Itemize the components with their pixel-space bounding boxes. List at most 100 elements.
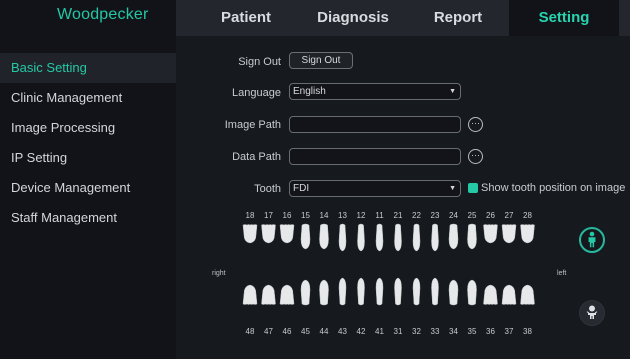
tab-report[interactable]: Report	[423, 0, 493, 36]
adult-icon	[588, 231, 596, 248]
tooth-number-18: 18	[245, 211, 255, 220]
tooth-notation-select[interactable]: FDI ▼	[289, 180, 461, 197]
tooth-number-22: 22	[412, 211, 421, 220]
tooth-28[interactable]	[520, 224, 535, 244]
tooth-number-47: 47	[264, 327, 273, 336]
basic-setting-panel: Sign Out Sign Out Language English ▼ Ima…	[176, 36, 630, 359]
tooth-number-16: 16	[282, 211, 292, 220]
tooth-26[interactable]	[483, 224, 498, 244]
adult-teeth-button[interactable]	[579, 227, 605, 253]
main-tabs: Patient Diagnosis Report Setting	[176, 0, 630, 36]
tooth-number-17: 17	[264, 211, 273, 220]
image-path-label: Image Path	[224, 119, 281, 131]
tooth-18[interactable]	[242, 224, 258, 244]
data-path-browse-button[interactable]: ···	[468, 149, 483, 164]
tooth-44[interactable]	[319, 279, 329, 306]
tooth-43[interactable]	[338, 277, 347, 306]
sidebar-item-clinic-management[interactable]: Clinic Management	[0, 83, 176, 113]
tooth-22[interactable]	[412, 223, 421, 252]
sidebar-item-ip-setting[interactable]: IP Setting	[0, 143, 176, 173]
tooth-27[interactable]	[501, 224, 517, 244]
sign-out-label: Sign Out	[238, 56, 281, 68]
tooth-number-25: 25	[467, 211, 477, 220]
tooth-number-31: 31	[393, 327, 403, 336]
tab-setting[interactable]: Setting	[509, 0, 619, 36]
tooth-number-14: 14	[319, 211, 329, 220]
image-path-input[interactable]	[289, 116, 461, 133]
child-icon	[586, 305, 598, 319]
tooth-12[interactable]	[357, 223, 365, 252]
tooth-number-12: 12	[356, 211, 366, 220]
tooth-24[interactable]	[448, 223, 459, 250]
sign-out-button[interactable]: Sign Out	[289, 52, 353, 69]
tab-patient[interactable]: Patient	[209, 0, 283, 36]
tooth-17[interactable]	[261, 224, 276, 244]
tooth-13[interactable]	[338, 223, 347, 252]
settings-sidebar: Basic Setting Clinic Management Image Pr…	[0, 36, 176, 359]
tooth-number-36: 36	[486, 327, 495, 336]
tooth-number-24: 24	[449, 211, 458, 220]
top-navigation-bar: Woodpecker Patient Diagnosis Report Sett…	[0, 0, 630, 36]
ellipsis-icon: ···	[471, 150, 480, 160]
tooth-number-42: 42	[356, 327, 366, 336]
tooth-35[interactable]	[467, 279, 477, 306]
tooth-41[interactable]	[375, 277, 384, 306]
brand-name: Woodpecker	[57, 6, 149, 23]
tooth-14[interactable]	[319, 223, 329, 250]
sidebar-item-device-management[interactable]: Device Management	[0, 173, 176, 203]
tooth-number-48: 48	[245, 327, 255, 336]
tooth-number-46: 46	[282, 327, 292, 336]
show-tooth-position-label: Show tooth position on image	[481, 182, 626, 194]
sidebar-item-staff-management[interactable]: Staff Management	[0, 203, 176, 233]
sidebar-item-basic-setting[interactable]: Basic Setting	[0, 53, 176, 83]
language-select[interactable]: English ▼	[289, 83, 461, 100]
image-path-browse-button[interactable]: ···	[468, 117, 483, 132]
child-teeth-button[interactable]	[579, 300, 605, 326]
tooth-32[interactable]	[412, 277, 421, 306]
tooth-47[interactable]	[261, 284, 276, 305]
tooth-notation-label: Tooth	[254, 183, 281, 195]
tooth-11[interactable]	[375, 223, 384, 252]
tooth-38[interactable]	[520, 284, 535, 305]
right-side-label: right	[212, 270, 226, 277]
tooth-number-13: 13	[338, 211, 347, 220]
tooth-number-44: 44	[319, 327, 329, 336]
tooth-16[interactable]	[279, 224, 295, 244]
show-tooth-position-checkbox[interactable]	[468, 183, 478, 193]
brand-area: Woodpecker	[0, 0, 176, 36]
data-path-input[interactable]	[289, 148, 461, 165]
tooth-21[interactable]	[394, 223, 402, 252]
tooth-number-38: 38	[523, 327, 532, 336]
tooth-number-23: 23	[430, 211, 440, 220]
tooth-34[interactable]	[448, 279, 459, 306]
ellipsis-icon: ···	[471, 118, 480, 128]
sidebar-item-image-processing[interactable]: Image Processing	[0, 113, 176, 143]
language-label: Language	[232, 87, 281, 99]
tooth-45[interactable]	[300, 279, 311, 306]
tooth-36[interactable]	[483, 284, 498, 305]
tooth-number-28: 28	[523, 211, 532, 220]
tooth-number-37: 37	[504, 327, 514, 336]
tooth-number-33: 33	[430, 327, 440, 336]
tooth-48[interactable]	[242, 284, 258, 305]
tooth-15[interactable]	[300, 223, 311, 250]
tooth-number-26: 26	[486, 211, 495, 220]
tooth-number-34: 34	[449, 327, 458, 336]
language-select-value: English	[293, 86, 326, 97]
tooth-33[interactable]	[431, 277, 439, 306]
tooth-25[interactable]	[467, 223, 477, 250]
tooth-number-15: 15	[301, 211, 310, 220]
tooth-42[interactable]	[357, 277, 365, 306]
tab-diagnosis[interactable]: Diagnosis	[302, 0, 404, 36]
tooth-number-45: 45	[301, 327, 310, 336]
tooth-46[interactable]	[279, 284, 295, 305]
tooth-number-32: 32	[412, 327, 421, 336]
tooth-number-43: 43	[338, 327, 347, 336]
data-path-label: Data Path	[232, 151, 281, 163]
tooth-number-35: 35	[467, 327, 477, 336]
tooth-37[interactable]	[501, 284, 517, 305]
tooth-31[interactable]	[394, 277, 402, 306]
tooth-23[interactable]	[431, 223, 439, 252]
app-window: Woodpecker Patient Diagnosis Report Sett…	[0, 0, 630, 359]
tooth-notation-value: FDI	[293, 183, 310, 194]
